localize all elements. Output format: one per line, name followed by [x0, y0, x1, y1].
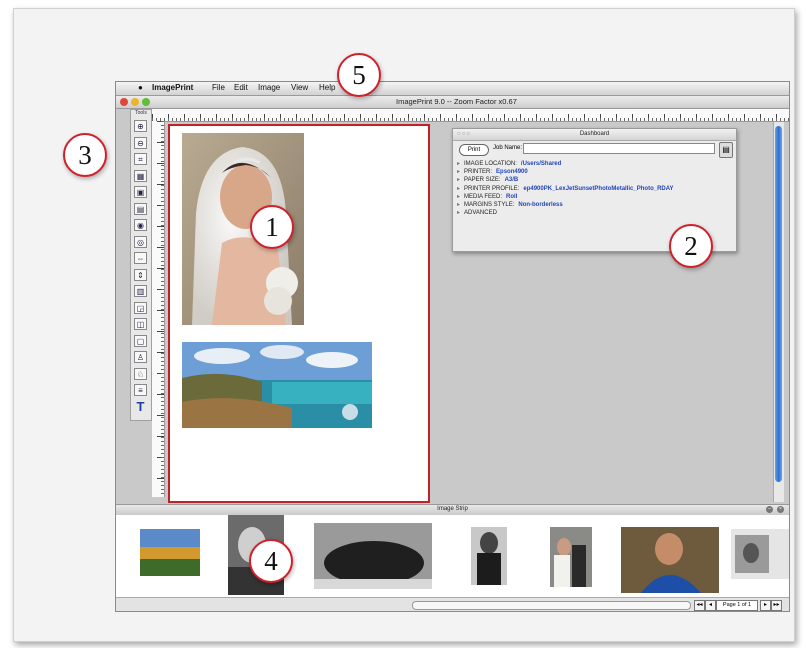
- dashboard-property-row[interactable]: ▸ MEDIA FEED: Roll: [457, 193, 517, 200]
- image-strip: [116, 515, 789, 597]
- tool-palette: Tools ⊕ ⊖ ⌗ ▦ ▣ ▤ ◉ ◎ ⇔ ⇕ ▥ ◲ ◫ ▢ ♙ ♘ ≡ T: [130, 109, 152, 421]
- dashboard-property-row[interactable]: ▸ PRINTER PROFILE: ep4900PK_LexJetSunsetPh…: [457, 185, 674, 192]
- dashboard-window-controls-icon[interactable]: ○○○: [457, 131, 471, 137]
- image-strip-title: Image Strip: [437, 506, 468, 512]
- minimize-window-button[interactable]: [131, 98, 139, 106]
- dashboard-property-value: A3/B: [504, 177, 519, 184]
- menu-view[interactable]: View: [291, 83, 308, 92]
- menu-image[interactable]: Image: [258, 83, 280, 92]
- resize-icon[interactable]: ◲: [134, 301, 147, 314]
- printer-icon[interactable]: ▤: [719, 142, 733, 158]
- menubar: ● ImagePrint File Edit Image View Help: [116, 82, 789, 96]
- print-button[interactable]: Print: [459, 144, 489, 156]
- callout-2: 2: [669, 224, 713, 268]
- screenshot-frame: ● ImagePrint File Edit Image View Help I…: [13, 8, 795, 642]
- print-page-canvas[interactable]: [168, 124, 430, 503]
- first-page-icon[interactable]: ◂◂: [694, 600, 705, 611]
- dashboard-property-label: PRINTER:: [464, 169, 493, 176]
- menu-file[interactable]: File: [212, 83, 225, 92]
- thumbnail-dog[interactable]: [314, 523, 432, 589]
- previous-page-icon[interactable]: ◂: [705, 600, 716, 611]
- grid-icon[interactable]: ▦: [134, 169, 147, 182]
- dashboard-property-row[interactable]: ▸ ADVANCED: [457, 209, 501, 216]
- menu-edit[interactable]: Edit: [234, 83, 248, 92]
- dashboard-property-label: PRINTER PROFILE:: [464, 185, 520, 192]
- callout-5: 5: [337, 53, 381, 97]
- zoom-in-icon[interactable]: ⊕: [134, 120, 147, 132]
- coastline-photo[interactable]: [182, 342, 372, 428]
- thumbnail-bw-kiss[interactable]: [731, 529, 789, 579]
- callout-3: 3: [63, 133, 107, 177]
- close-window-button[interactable]: [120, 98, 128, 106]
- dashboard-property-value: Epson4900: [496, 169, 528, 176]
- horizontal-ruler: [152, 109, 789, 122]
- frame-icon[interactable]: ▢: [134, 334, 147, 347]
- dashboard-property-label: MARGINS STYLE:: [464, 202, 515, 208]
- dashboard-property-row[interactable]: ▸ PRINTER: Epson4900: [457, 168, 528, 175]
- dashboard-property-label: ADVANCED: [464, 210, 497, 217]
- crop-icon[interactable]: ⌗: [134, 153, 147, 165]
- imageprint-window: ● ImagePrint File Edit Image View Help I…: [115, 81, 790, 612]
- callout-4: 4: [249, 539, 293, 583]
- disclosure-triangle-icon[interactable]: ▸: [457, 202, 460, 208]
- disclosure-triangle-icon[interactable]: ▸: [457, 177, 460, 183]
- dashboard-property-label: PAPER SIZE:: [464, 177, 501, 184]
- figure-icon[interactable]: ♘: [134, 367, 147, 380]
- thumbnail-portrait-woman[interactable]: [471, 527, 507, 585]
- dashboard-property-row[interactable]: ▸ IMAGE LOCATION:/Users/Shared: [457, 160, 561, 167]
- disclosure-triangle-icon[interactable]: ▸: [457, 210, 460, 216]
- dashboard-property-value: Non-borderless: [518, 202, 563, 208]
- vertical-scroll-thumb[interactable]: [775, 126, 782, 482]
- tool-palette-title: Tools: [135, 110, 147, 116]
- last-page-icon[interactable]: ▸▸: [771, 600, 782, 611]
- next-page-icon[interactable]: ▸: [760, 600, 771, 611]
- window-titlebar: ImagePrint 9.0 -- Zoom Factor x0.67: [116, 96, 789, 109]
- page-indicator: Page 1 of 1: [716, 600, 758, 611]
- target-icon[interactable]: ◎: [134, 235, 147, 248]
- flip-horizontal-icon[interactable]: ⇔: [134, 252, 147, 264]
- zoom-window-button[interactable]: [142, 98, 150, 106]
- disclosure-triangle-icon[interactable]: ▸: [457, 194, 460, 200]
- layers-icon[interactable]: ≡: [134, 384, 147, 396]
- callout-1: 1: [250, 205, 294, 249]
- vertical-ruler: [152, 121, 165, 497]
- menu-help[interactable]: Help: [319, 83, 335, 92]
- dashboard-property-row[interactable]: ▸ PAPER SIZE: A3/B: [457, 176, 518, 183]
- align-icon[interactable]: ▥: [134, 285, 147, 297]
- arrange-icon[interactable]: ▤: [134, 202, 147, 215]
- menu-app-name[interactable]: ImagePrint: [152, 83, 193, 92]
- horizontal-scrollbar[interactable]: [412, 601, 691, 610]
- flip-vertical-icon[interactable]: ⇕: [134, 268, 147, 281]
- thumbnail-flowers[interactable]: [140, 529, 200, 576]
- disclosure-triangle-icon[interactable]: ▸: [457, 169, 460, 175]
- disclosure-triangle-icon[interactable]: ▸: [457, 161, 460, 167]
- job-name-label: Job Name:: [493, 145, 523, 151]
- image-icon[interactable]: ▣: [134, 186, 147, 198]
- dashboard-property-row[interactable]: ▸ MARGINS STYLE: Non-borderless: [457, 201, 563, 208]
- select-icon[interactable]: ◫: [134, 318, 147, 330]
- dashboard-property-value: /Users/Shared: [520, 161, 562, 167]
- vertical-scrollbar[interactable]: [773, 122, 784, 502]
- strip-minimize-icon[interactable]: –: [766, 506, 773, 513]
- job-name-input[interactable]: [523, 143, 715, 154]
- strip-close-icon[interactable]: ×: [777, 506, 784, 513]
- strip-footer: ◂◂ ◂ Page 1 of 1 ▸ ▸▸: [116, 597, 789, 611]
- dashboard-property-label: IMAGE LOCATION:: [464, 161, 517, 167]
- window-title: ImagePrint 9.0 -- Zoom Factor x0.67: [396, 97, 517, 106]
- thumbnail-blue-dress[interactable]: [621, 527, 719, 593]
- person-icon[interactable]: ♙: [134, 351, 147, 363]
- dashboard-property-label: MEDIA FEED:: [464, 193, 503, 200]
- zoom-out-icon[interactable]: ⊖: [134, 136, 147, 149]
- dashboard-title: Dashboard: [453, 129, 736, 141]
- dashboard-property-value: ep4900PK_LexJetSunsetPhotoMetallic_Photo…: [523, 185, 674, 192]
- text-tool-icon[interactable]: T: [134, 400, 147, 413]
- disclosure-triangle-icon[interactable]: ▸: [457, 186, 460, 192]
- thumbnail-wedding-couple[interactable]: [550, 527, 592, 587]
- color-icon[interactable]: ◉: [134, 219, 147, 231]
- dashboard-property-value: Roll: [506, 193, 518, 200]
- apple-menu-icon[interactable]: ●: [138, 83, 143, 92]
